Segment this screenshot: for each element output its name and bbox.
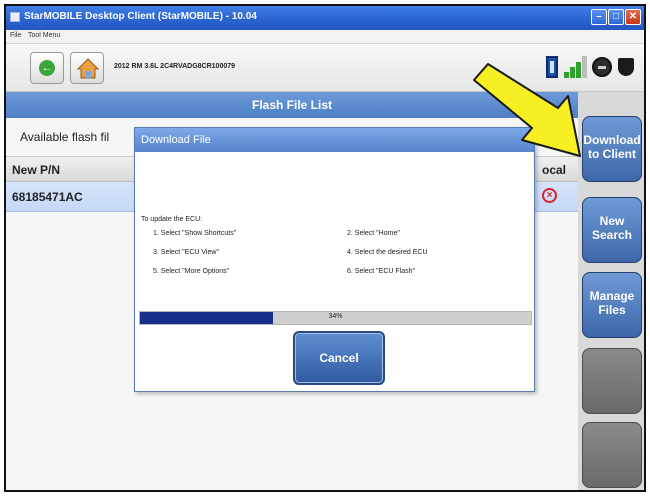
menu-file[interactable]: File [10,32,21,39]
window-title: StarMOBILE Desktop Client (StarMOBILE) -… [24,11,257,22]
title-bar: StarMOBILE Desktop Client (StarMOBILE) -… [6,6,644,30]
new-search-label: New Search [591,214,633,242]
step-4: 4. Select the desired ECU [347,249,428,256]
minimize-button[interactable]: – [591,9,607,25]
close-button[interactable]: ✕ [625,9,641,25]
menu-bar: File Tool Menu [6,30,644,44]
back-icon: ← [39,60,55,76]
home-icon [76,58,100,79]
back-button[interactable]: ← [30,52,64,84]
maximize-button[interactable]: □ [608,9,624,25]
manage-files-button[interactable]: Manage Files [582,272,642,338]
app-window: StarMOBILE Desktop Client (StarMOBILE) -… [4,4,646,492]
download-progress-bar: 34% [139,311,532,325]
column-new-pn[interactable]: New P/N [12,163,60,177]
manage-files-label: Manage Files [589,289,635,317]
step-5: 5. Select "More Options" [153,268,230,275]
pointer-arrow-icon [473,63,581,157]
step-2: 2. Select "Home" [347,230,400,237]
menu-tool-menu[interactable]: Tool Menu [28,32,60,39]
vehicle-info: 2012 RM 3.6L 2C4RVADG8CR100079 [114,63,236,70]
available-flash-files-label: Available flash fil [20,130,110,144]
progress-percent: 34% [328,313,343,320]
plug-icon [618,58,634,76]
cancel-button[interactable]: Cancel [293,331,385,385]
home-button[interactable] [70,52,104,84]
empty-side-button-2[interactable] [582,422,642,488]
step-3: 3. Select "ECU View" [153,249,219,256]
new-search-button[interactable]: New Search [582,197,642,263]
row-part-number: 68185471AC [12,190,83,204]
step-1: 1. Select "Show Shortcuts" [153,230,237,237]
error-icon: × [542,188,557,203]
empty-side-button-1[interactable] [582,348,642,414]
dialog-intro: To update the ECU: [141,216,203,223]
step-6: 6. Select "ECU Flash" [347,268,415,275]
app-icon [10,12,20,22]
